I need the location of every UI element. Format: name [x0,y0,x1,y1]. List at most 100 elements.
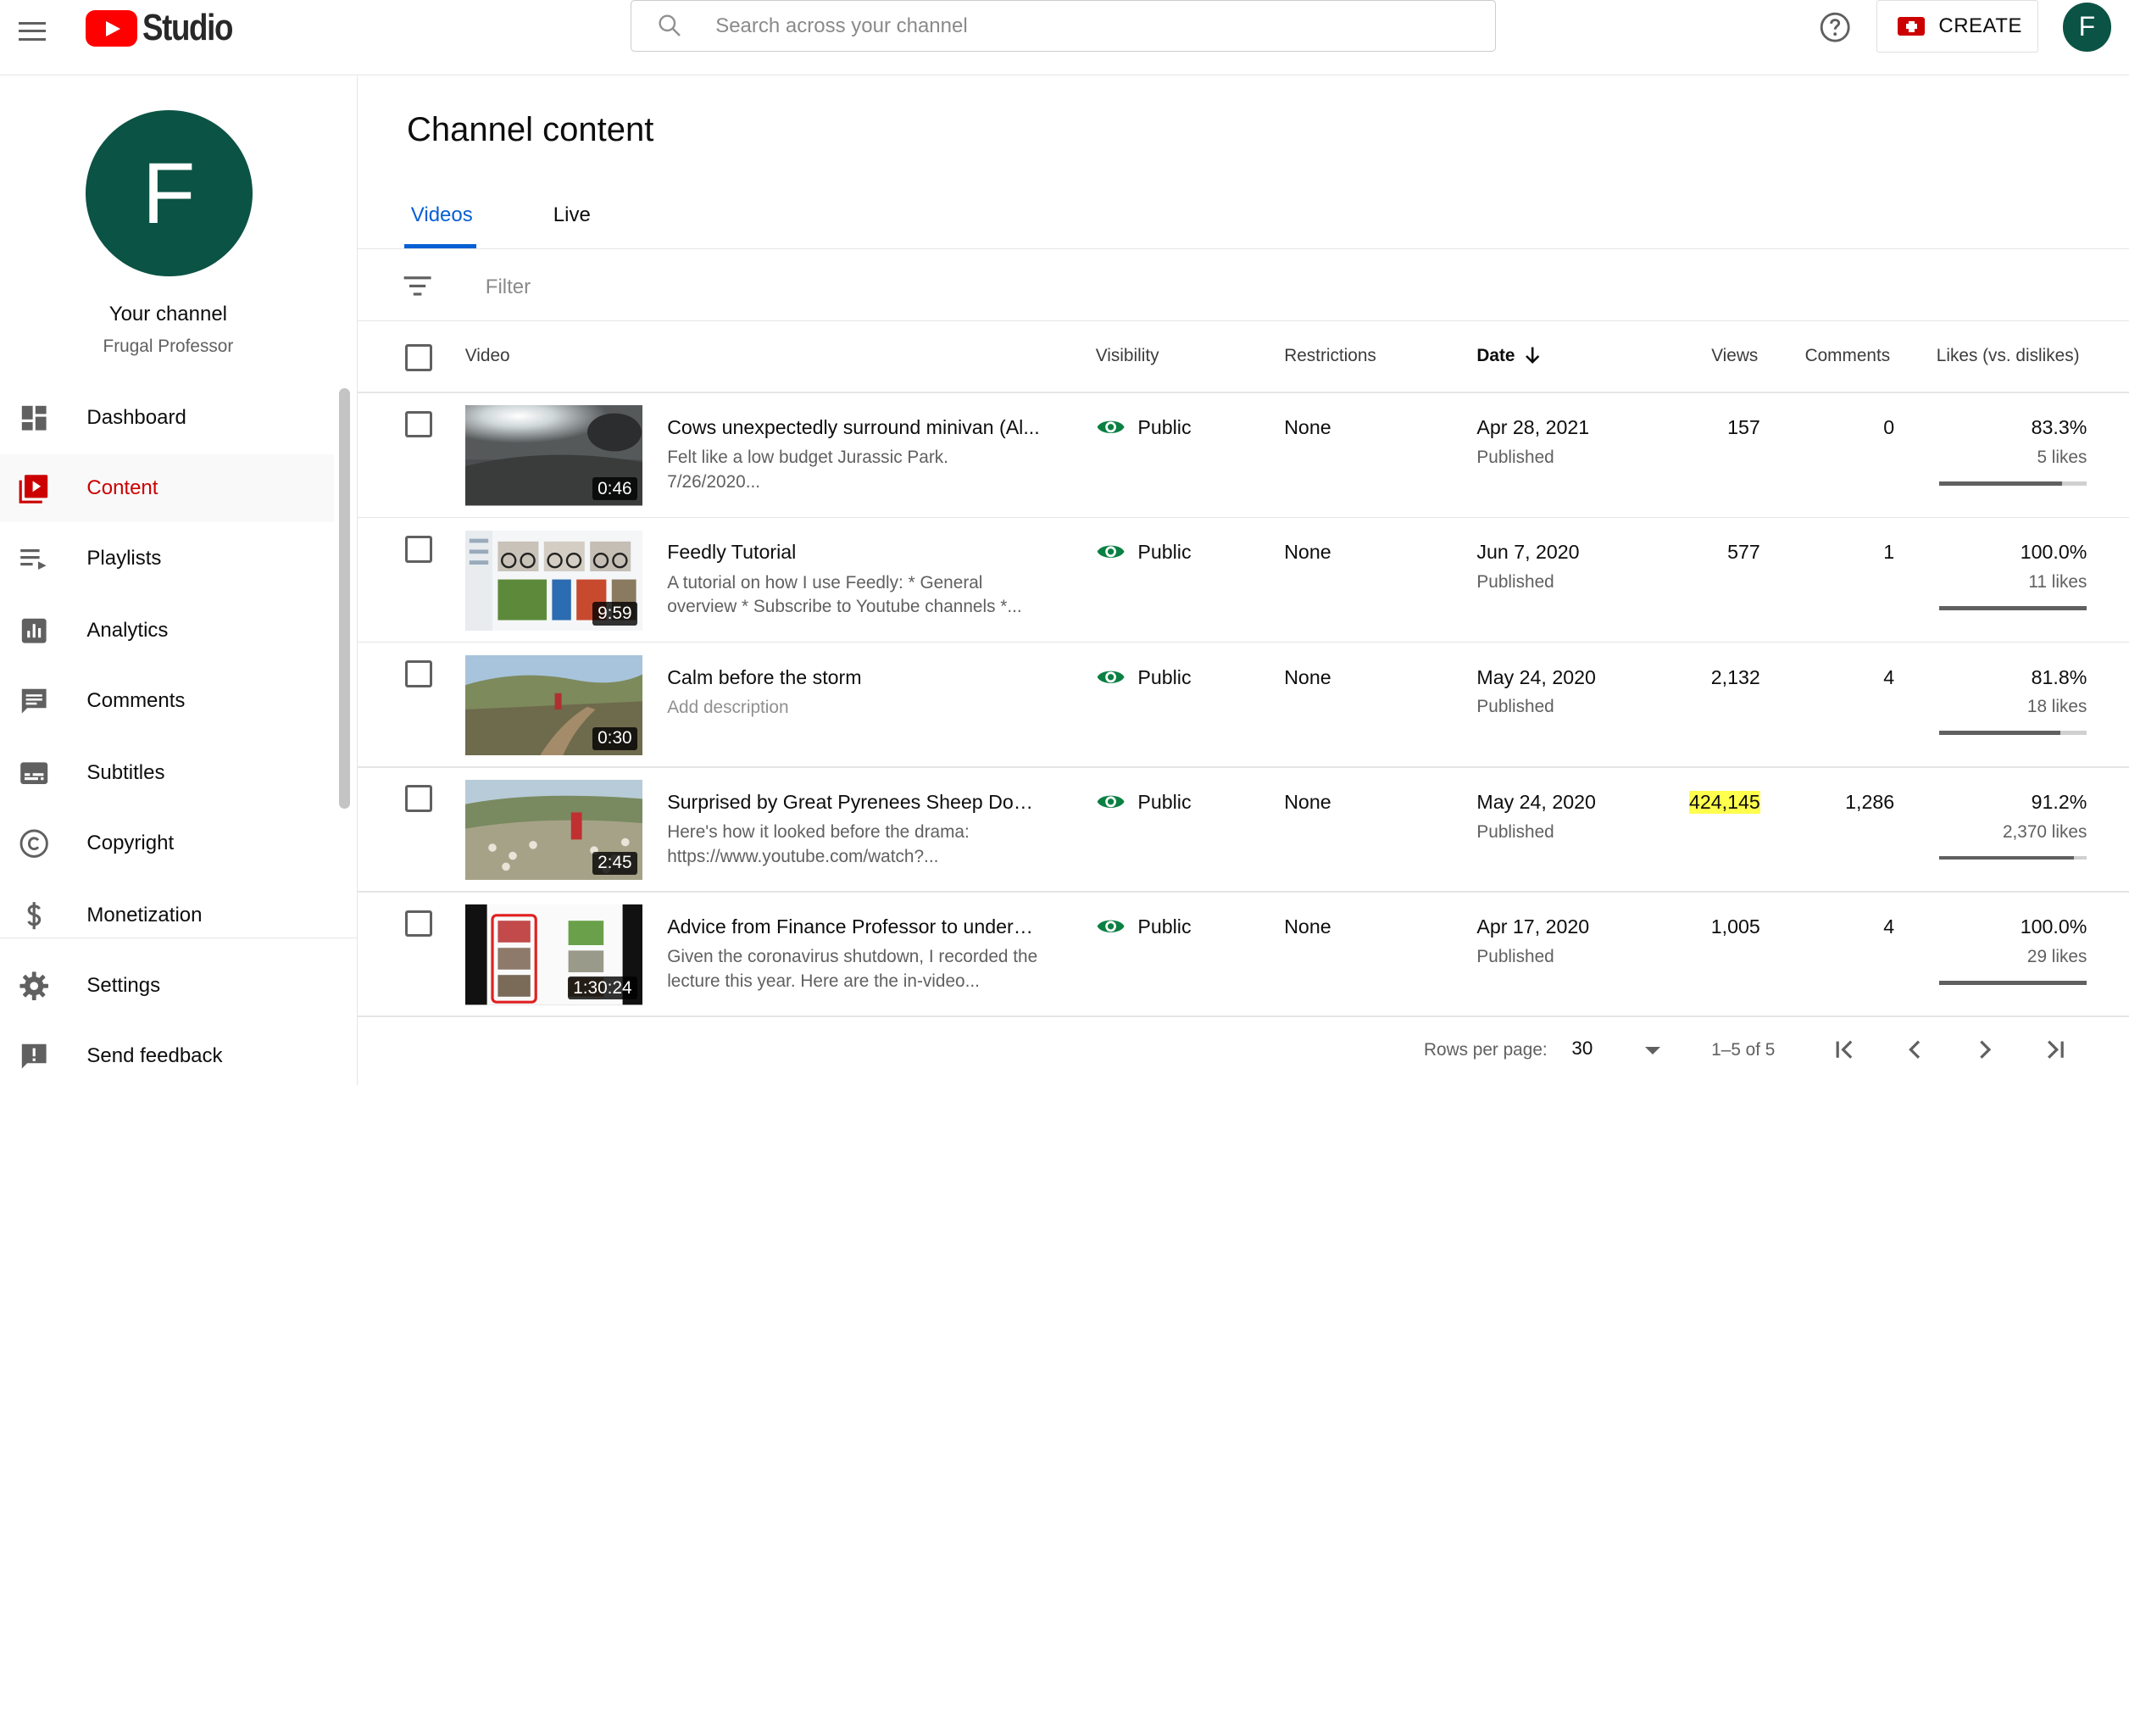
caret-down-icon [1644,1047,1660,1054]
sidebar-item-analytics[interactable]: Analytics [0,597,334,665]
column-header-comments[interactable]: Comments [1805,346,1891,366]
video-title[interactable]: Calm before the storm [667,666,1040,689]
sidebar-item-copyright[interactable]: Copyright [0,810,334,877]
likes-percent: 83.3% [2031,416,2087,439]
restrictions-value: None [1284,915,1331,938]
views-value: 424,145 [1688,790,1760,814]
rows-per-page-select[interactable]: 30 [1571,1038,1666,1065]
sidebar-item-label: Send feedback [86,1044,223,1068]
account-avatar[interactable]: F [2062,3,2112,52]
column-header-views[interactable]: Views [1711,346,1758,366]
search-box [631,0,1496,53]
visibility-value[interactable]: Public [1137,416,1191,439]
video-thumbnail[interactable]: 0:30 [464,654,643,756]
column-header-video[interactable]: Video [465,346,510,366]
last-page-icon[interactable] [2039,1033,2071,1066]
comments-value: 1 [1883,541,1895,564]
sort-down-arrow-icon[interactable] [1523,346,1542,364]
channel-name: Frugal Professor [103,336,234,356]
views-value: 577 [1727,541,1760,564]
tab-videos[interactable]: Videos [411,203,473,227]
sidebar-item-dashboard[interactable]: Dashboard [0,384,334,452]
analytics-icon [21,618,47,643]
publish-status: Published [1476,946,1554,966]
likes-count: 18 likes [2026,697,2087,717]
row-checkbox[interactable] [405,785,432,812]
table-row[interactable]: 9:59 Feedly Tutorial A tutorial on how I… [358,518,2129,643]
video-description: Felt like a low budget Jurassic Park. 7/… [667,448,948,492]
channel-avatar[interactable]: F [85,109,253,277]
comments-value: 4 [1883,915,1895,938]
sidebar-item-subtitles[interactable]: Subtitles [0,739,334,807]
visibility-value[interactable]: Public [1137,541,1191,564]
likes-percent: 100.0% [2020,915,2087,938]
table-row[interactable]: 0:46 Cows unexpectedly surround minivan … [358,393,2129,519]
search-input[interactable] [713,1,1478,53]
select-all-checkbox[interactable] [405,344,432,371]
visibility-value[interactable]: Public [1137,915,1191,938]
date-value: May 24, 2020 [1476,790,1596,813]
video-thumbnail[interactable]: 2:45 [464,779,643,881]
video-duration: 0:46 [592,477,637,501]
eye-icon [1097,795,1125,808]
sidebar-item-monetization[interactable]: Monetization [0,882,334,949]
previous-page-icon[interactable] [1898,1033,1931,1066]
filter-icon[interactable] [403,274,432,298]
column-header-likes[interactable]: Likes (vs. dislikes) [1937,346,2080,366]
row-checkbox[interactable] [405,410,432,438]
likes-bar-fill [1938,731,2060,736]
video-thumbnail[interactable]: 1:30:24 [464,904,643,1005]
column-header-date[interactable]: Date [1476,346,1515,366]
video-title[interactable]: Advice from Finance Professor to undergr… [667,915,1040,938]
visibility-value[interactable]: Public [1137,666,1191,689]
playlists-icon [19,548,47,570]
restrictions-value: None [1284,416,1331,439]
sidebar-item-playlists[interactable]: Playlists [0,525,334,593]
video-duration: 2:45 [592,851,637,875]
sidebar-item-send-feedback[interactable]: Send feedback [0,1022,334,1085]
sidebar-item-comments[interactable]: Comments [0,667,334,735]
sidebar-item-label: Monetization [86,903,203,926]
feedback-icon [21,1043,47,1069]
create-button[interactable]: CREATE [1876,0,2038,53]
video-thumbnail[interactable]: 9:59 [464,530,643,631]
menu-icon[interactable] [19,19,48,43]
likes-count: 5 likes [2037,448,2087,467]
sidebar-item-settings[interactable]: Settings [0,952,334,1020]
filter-input[interactable] [482,268,1031,307]
add-description-link[interactable]: Add description [667,696,1040,721]
column-header-restrictions[interactable]: Restrictions [1284,346,1376,366]
row-checkbox[interactable] [405,910,432,938]
search-icon[interactable] [656,12,683,39]
video-title[interactable]: Surprised by Great Pyrenees Sheep Dogs .… [667,791,1040,814]
video-duration: 0:30 [592,726,637,750]
sidebar-item-label: Comments [86,689,186,713]
youtube-studio-logo[interactable]: Studio [85,8,248,49]
table-row[interactable]: 0:30 Calm before the storm Add descripti… [358,643,2129,768]
row-checkbox[interactable] [405,660,432,687]
gear-icon [19,971,48,1000]
next-page-icon[interactable] [1969,1033,2001,1066]
tab-live[interactable]: Live [553,203,591,227]
video-duration: 1:30:24 [567,976,637,1000]
table-row[interactable]: 2:45 Surprised by Great Pyrenees Sheep D… [358,768,2129,893]
date-value: Apr 28, 2021 [1476,416,1590,439]
publish-status: Published [1476,448,1554,467]
first-page-icon[interactable] [1828,1033,1860,1066]
likes-percent: 81.8% [2031,665,2087,688]
column-header-visibility[interactable]: Visibility [1096,346,1159,366]
help-icon[interactable] [1819,11,1851,43]
visibility-value[interactable]: Public [1137,791,1191,814]
video-description: Here's how it looked before the drama: h… [667,821,970,866]
youtube-play-icon [85,10,137,47]
video-title[interactable]: Cows unexpectedly surround minivan (Al..… [667,416,1040,439]
logo-text: Studio [142,8,233,49]
video-title[interactable]: Feedly Tutorial [667,541,1040,564]
page-range: 1–5 of 5 [1711,1040,1776,1060]
row-checkbox[interactable] [405,535,432,563]
likes-count: 2,370 likes [2002,821,2087,842]
sidebar-item-content[interactable]: Content [0,453,334,522]
table-row[interactable]: 1:30:24 Advice from Finance Professor to… [358,893,2129,1017]
video-thumbnail[interactable]: 0:46 [464,405,643,506]
sidebar-scrollbar[interactable] [339,387,350,809]
